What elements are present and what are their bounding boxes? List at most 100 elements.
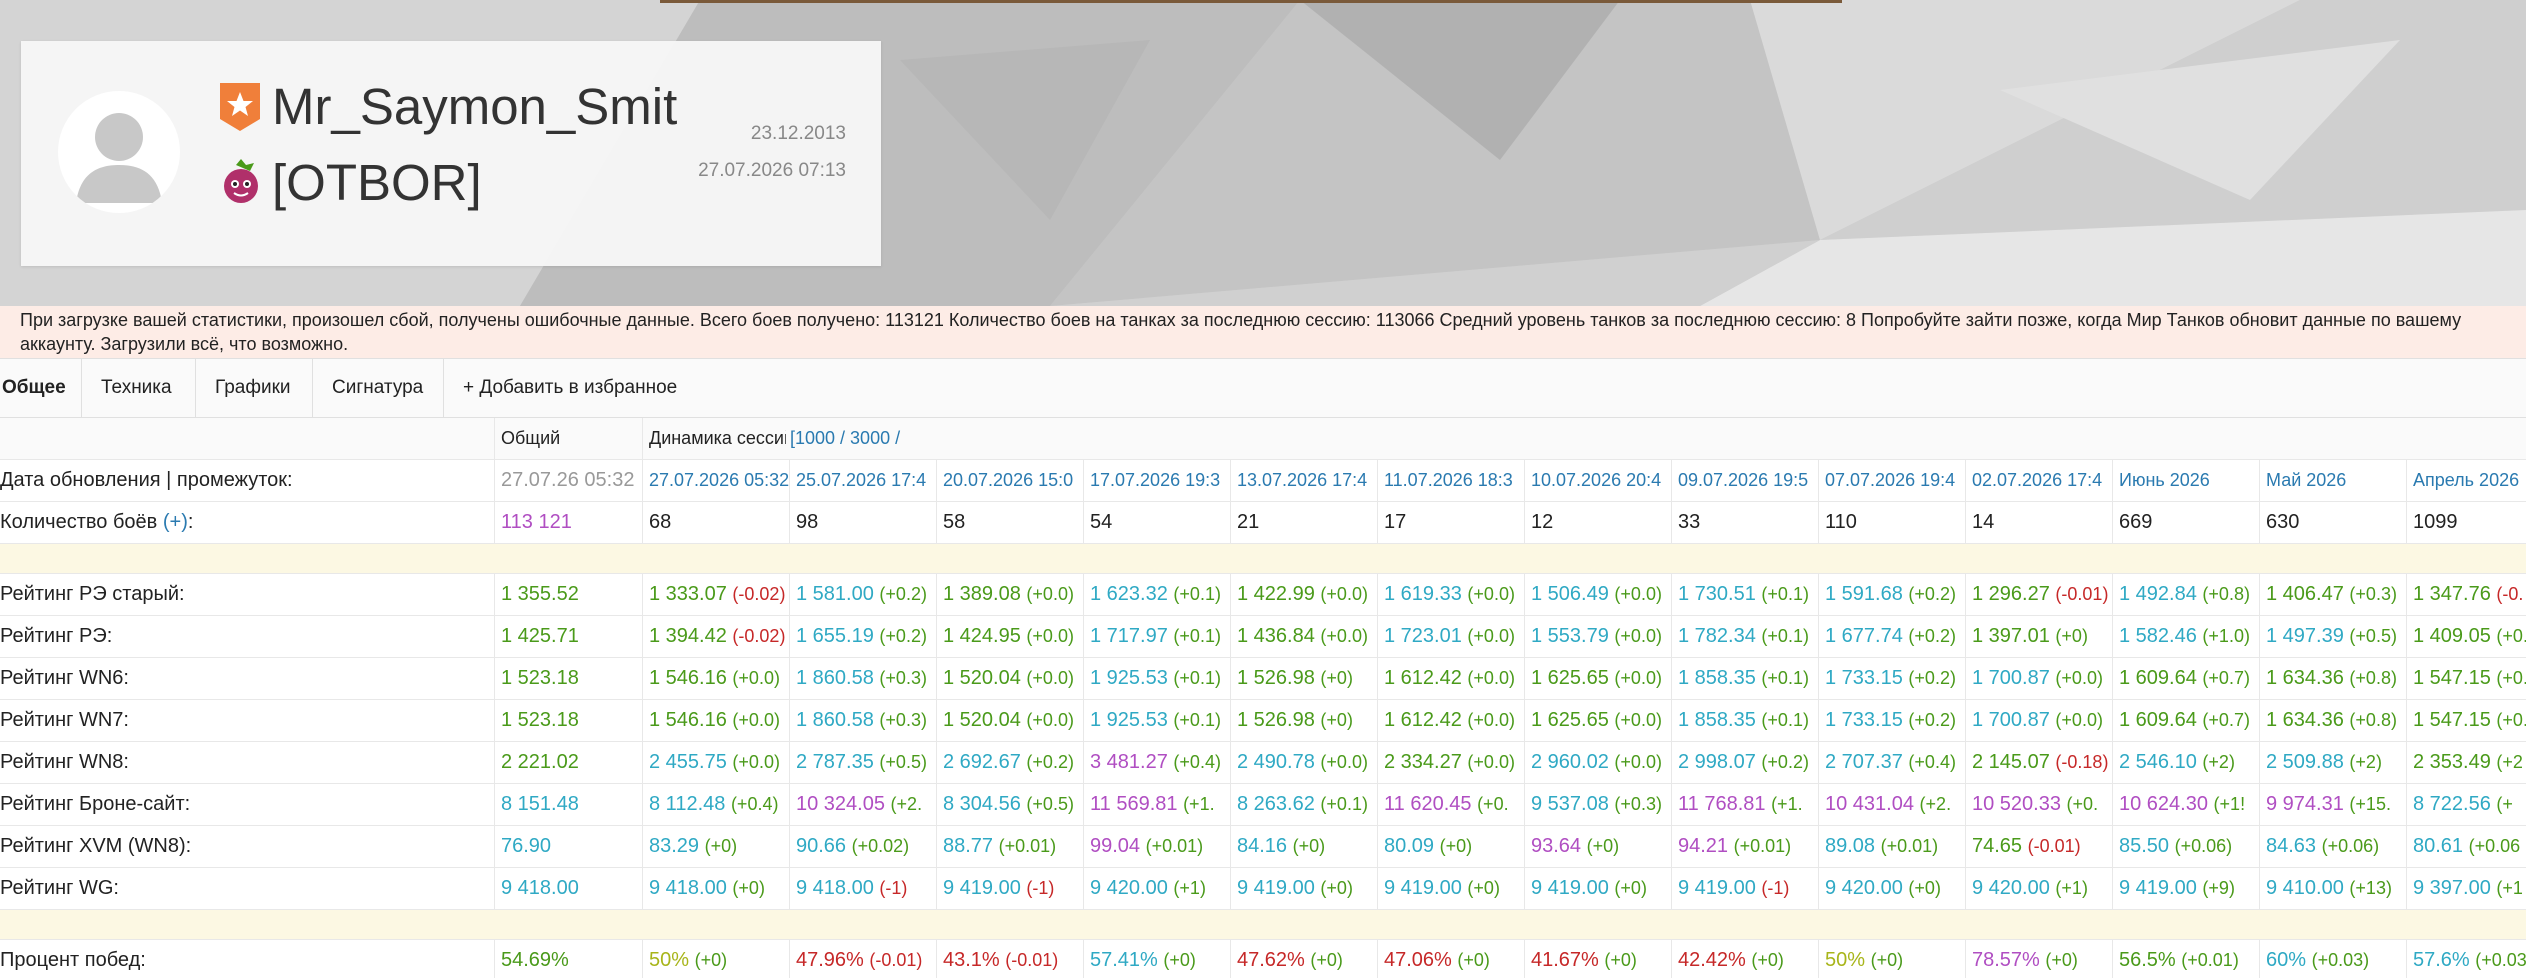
rating-value: 94.21 <box>1678 835 1729 857</box>
rating-session-value: 43.1% (-0.01) <box>936 940 1083 978</box>
rating-session-value: 1 717.97 (+0.1) <box>1083 616 1230 657</box>
rating-value: 1 860.58 <box>796 667 874 689</box>
rating-delta: (+0.0) <box>1614 710 1662 730</box>
rating-delta: (+0.0) <box>1467 626 1515 646</box>
rating-delta: (+0.01) <box>1145 836 1204 856</box>
rating-delta: (-0.02) <box>732 626 786 646</box>
rating-session-value: 1 520.04 (+0.0) <box>936 700 1083 741</box>
rating-value: 1 582.46 <box>2119 625 2197 647</box>
header-dynamics: Динамика сессий <box>642 418 790 459</box>
rating-session-value: 1 733.15 (+0.2) <box>1818 700 1965 741</box>
rating-session-value: 1 619.33 (+0.0) <box>1377 574 1524 615</box>
rating-session-value: 1 409.05 (+0. <box>2406 616 2526 657</box>
rating-session-value: 9 410.00 (+13) <box>2259 868 2406 909</box>
rating-total: 1 355.52 <box>494 574 642 615</box>
rating-session-value: 9 418.00 (-1) <box>789 868 936 909</box>
rating-value: 80.09 <box>1384 835 1435 857</box>
rating-delta: (-0.01) <box>1005 950 1059 970</box>
rating-delta: (+0) <box>1292 836 1326 856</box>
clan-emblem-icon <box>224 159 258 203</box>
rating-value: 11 620.45 <box>1384 793 1472 815</box>
session-date-link[interactable]: 27.07.2026 05:32 <box>642 460 789 501</box>
rating-delta: (+0) <box>1439 836 1473 856</box>
rating-delta: (+0.3) <box>1614 794 1662 814</box>
rating-session-value: 1 609.64 (+0.7) <box>2112 700 2259 741</box>
rating-value: 1 506.49 <box>1531 583 1609 605</box>
spacer-row <box>0 910 2526 940</box>
session-date-link[interactable]: 20.07.2026 15:0 <box>936 460 1083 501</box>
rating-session-value: 1 582.46 (+1.0) <box>2112 616 2259 657</box>
rating-delta: (+2) <box>2202 752 2235 772</box>
rating-session-value: 1 547.15 (+0. <box>2406 658 2526 699</box>
rating-session-value: 1 397.01 (+0) <box>1965 616 2112 657</box>
rating-label: Рейтинг Броне-сайт: <box>0 793 191 815</box>
rating-delta: (+0.03 <box>2475 950 2526 970</box>
session-date-link[interactable]: 02.07.2026 17:4 <box>1965 460 2112 501</box>
session-date-link[interactable]: 25.07.2026 17:4 <box>789 460 936 501</box>
session-date-link[interactable]: 11.07.2026 18:3 <box>1377 460 1524 501</box>
tab-general[interactable]: Общее <box>0 359 82 417</box>
rating-value: 2 455.75 <box>649 751 727 773</box>
rating-delta: (+15. <box>2349 794 2391 814</box>
rating-total: 9 418.00 <box>494 868 642 909</box>
tab-charts[interactable]: Графики <box>196 359 313 417</box>
rating-session-value: 1 733.15 (+0.2) <box>1818 658 1965 699</box>
rating-value: 1 581.00 <box>796 583 874 605</box>
rating-delta: (+0.2) <box>1908 584 1956 604</box>
tab-signature[interactable]: Сигнатура <box>313 359 444 417</box>
session-date-link[interactable]: Май 2026 <box>2259 460 2406 501</box>
rating-session-value: 57.41% (+0) <box>1083 940 1230 978</box>
rating-value: 1 925.53 <box>1090 667 1168 689</box>
session-date-link[interactable]: Апрель 2026 <box>2406 460 2526 501</box>
rating-delta: (+0.0) <box>1614 752 1662 772</box>
session-date-link[interactable]: 17.07.2026 19:3 <box>1083 460 1230 501</box>
session-date-link[interactable]: 10.07.2026 20:4 <box>1524 460 1671 501</box>
rating-value: 1 612.42 <box>1384 709 1462 731</box>
rating-delta: (+0) <box>1614 878 1647 898</box>
rating-value: 1 394.42 <box>649 625 727 647</box>
rating-value: 47.96% <box>796 949 864 971</box>
battles-row: Количество боёв (+): 113 121 68 98 58 54 21 1… <box>0 502 2526 544</box>
tab-vehicles[interactable]: Техника <box>82 359 196 417</box>
rating-delta: (+0.01) <box>998 836 1057 856</box>
rating-session-value: 1 623.32 (+0.1) <box>1083 574 1230 615</box>
battles-count: 33 <box>1671 502 1818 543</box>
rating-value: 2 145.07 <box>1972 751 2050 773</box>
profile-card: Mr_Saymon_Smit [OTBOR] 23.12.2013 27.07.… <box>21 41 881 266</box>
rating-session-value: 47.62% (+0) <box>1230 940 1377 978</box>
rating-session-value: 2 707.37 (+0.4) <box>1818 742 1965 783</box>
rating-delta: (+0.4) <box>1173 752 1221 772</box>
rating-value: 43.1% <box>943 949 1000 971</box>
rating-delta: (-1) <box>879 878 908 898</box>
rating-value: 1 492.84 <box>2119 583 2197 605</box>
rating-session-value: 2 455.75 (+0.0) <box>642 742 789 783</box>
rating-session-value: 80.09 (+0) <box>1377 826 1524 867</box>
rating-value: 89.08 <box>1825 835 1876 857</box>
rating-delta: (+0. <box>2496 626 2526 646</box>
rating-delta: (+0.2) <box>879 584 927 604</box>
rating-total: 1 425.71 <box>494 616 642 657</box>
rating-session-value: 1 700.87 (+0.0) <box>1965 700 2112 741</box>
rating-delta: (+0.2) <box>1908 710 1956 730</box>
session-date-link[interactable]: Июнь 2026 <box>2112 460 2259 501</box>
session-date-link[interactable]: 13.07.2026 17:4 <box>1230 460 1377 501</box>
rating-session-value: 47.06% (+0) <box>1377 940 1524 978</box>
rating-value: 1 526.98 <box>1237 667 1315 689</box>
player-clan[interactable]: [OTBOR] <box>272 153 482 212</box>
rating-session-value: 80.61 (+0.06 <box>2406 826 2526 867</box>
rating-value: 1 591.68 <box>1825 583 1903 605</box>
spacer-row <box>0 544 2526 574</box>
rating-delta: (+0.8) <box>2349 668 2397 688</box>
rating-total: 76.90 <box>494 826 642 867</box>
session-range-links[interactable]: [1000 / 3000 / <box>786 418 1186 459</box>
add-to-favorites-button[interactable]: + Добавить в избранное <box>444 359 704 417</box>
session-date-link[interactable]: 07.07.2026 19:4 <box>1818 460 1965 501</box>
rating-delta: (+1.0) <box>2202 626 2250 646</box>
expand-battles-button[interactable]: (+) <box>163 511 188 533</box>
rating-session-value: 88.77 (+0.01) <box>936 826 1083 867</box>
rating-value: 10 520.33 <box>1972 793 2061 815</box>
session-date-link[interactable]: 09.07.2026 19:5 <box>1671 460 1818 501</box>
rating-delta: (+0.0) <box>1320 626 1368 646</box>
rating-delta: (+0) <box>732 878 765 898</box>
rating-value: 88.77 <box>943 835 994 857</box>
